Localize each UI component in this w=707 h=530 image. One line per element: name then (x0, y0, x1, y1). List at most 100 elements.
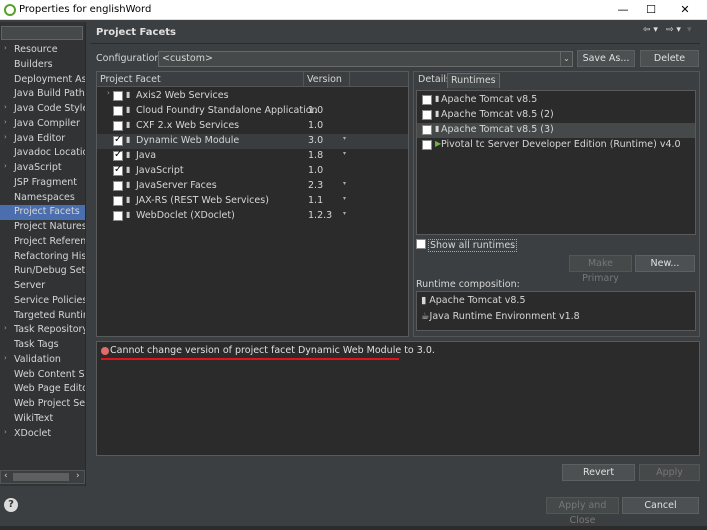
sidebar-item[interactable]: Service Policies (0, 294, 85, 309)
sidebar-item[interactable]: Web Content Set (0, 368, 85, 383)
sidebar-item[interactable]: Project Natures (0, 220, 85, 235)
sidebar-item[interactable]: Project Facets (0, 205, 85, 221)
facet-checkbox[interactable] (113, 121, 123, 131)
facet-checkbox[interactable] (113, 211, 123, 221)
apply-button[interactable]: Apply (639, 464, 700, 481)
facet-version[interactable]: 1.1 (308, 195, 323, 206)
sidebar-item[interactable]: › Task Repository (0, 323, 85, 338)
property-page-tree[interactable]: › Resource Builders Deployment Ass Java Buil… (0, 22, 86, 486)
sidebar-item[interactable]: › Validation (0, 353, 85, 368)
sidebar-item[interactable]: Server (0, 279, 85, 294)
sidebar-item[interactable]: Java Build Path (0, 87, 85, 102)
facet-row[interactable]: ▮ JAX-RS (REST Web Services) 1.1 ▾ (97, 194, 408, 209)
runtime-checkbox[interactable] (422, 125, 432, 135)
filter-input[interactable] (1, 26, 83, 40)
runtime-row[interactable]: ▮ Apache Tomcat v8.5 (2) (417, 108, 695, 123)
sidebar-item[interactable]: Web Project Sett (0, 397, 85, 412)
runtime-checkbox[interactable] (422, 110, 432, 120)
facet-row[interactable]: ▮ WebDoclet (XDoclet) 1.2.3 ▾ (97, 209, 408, 224)
delete-button[interactable]: Delete (640, 50, 699, 67)
chevron-down-icon[interactable]: ⌄ (560, 52, 572, 66)
facet-row[interactable]: ▮ Java 1.8 ▾ (97, 149, 408, 164)
runtime-checkbox[interactable] (422, 140, 432, 150)
make-primary-button[interactable]: Make Primary (569, 255, 632, 284)
close-button[interactable]: ✕ (670, 2, 700, 18)
sidebar-item[interactable]: › JavaScript (0, 161, 85, 176)
configuration-combo[interactable]: <custom> ⌄ (158, 51, 573, 67)
scroll-left-icon[interactable]: ‹ (4, 471, 8, 481)
sidebar-item[interactable]: › Java Compiler (0, 117, 85, 132)
runtime-checkbox[interactable] (422, 95, 432, 105)
new-runtime-button[interactable]: New... (635, 255, 695, 272)
expand-arrow-icon[interactable]: › (4, 103, 7, 111)
facet-version[interactable]: 1.8 (308, 150, 323, 161)
forward-arrow-icon[interactable]: ⇨ ▾ (666, 25, 681, 35)
version-dropdown-icon[interactable]: ▾ (343, 210, 346, 217)
sidebar-item[interactable]: Run/Debug Setti (0, 264, 85, 279)
sidebar-item[interactable]: Javadoc Location (0, 146, 85, 161)
facet-version[interactable]: 2.3 (308, 180, 323, 191)
facet-checkbox[interactable] (113, 164, 123, 176)
facet-version[interactable]: 1.0 (308, 120, 323, 131)
sidebar-item[interactable]: › Java Code Style (0, 102, 85, 117)
scroll-right-icon[interactable]: › (76, 471, 80, 481)
column-header-facet[interactable]: Project Facet (100, 74, 161, 85)
sidebar-item[interactable]: JSP Fragment (0, 176, 85, 191)
scroll-thumb[interactable] (13, 473, 69, 481)
sidebar-item[interactable]: Targeted Runtim (0, 309, 85, 324)
menu-icon[interactable]: ▾ (687, 25, 692, 35)
facet-row[interactable]: ▮ JavaServer Faces 2.3 ▾ (97, 179, 408, 194)
version-dropdown-icon[interactable]: ▾ (343, 135, 346, 142)
runtime-row[interactable]: ▮ Apache Tomcat v8.5 (3) (417, 123, 695, 138)
cancel-button[interactable]: Cancel (622, 497, 699, 514)
sidebar-item[interactable]: Builders (0, 58, 85, 73)
facet-row[interactable]: ▮ JavaScript 1.0 (97, 164, 408, 179)
facet-row[interactable]: ▮ Dynamic Web Module 3.0 ▾ (97, 134, 408, 149)
revert-button[interactable]: Revert (562, 464, 635, 481)
facet-checkbox[interactable] (113, 149, 123, 161)
facet-row[interactable]: ▮ Cloud Foundry Standalone Application 1.0 (97, 104, 408, 119)
facet-checkbox[interactable] (113, 91, 123, 101)
runtimes-list[interactable]: ▮ Apache Tomcat v8.5 ▮ Apache Tomcat v8.5 (… (416, 90, 696, 235)
expand-arrow-icon[interactable]: › (4, 118, 7, 126)
sidebar-item[interactable]: Deployment Ass (0, 73, 85, 88)
facet-row[interactable]: ▮ CXF 2.x Web Services 1.0 (97, 119, 408, 134)
expand-arrow-icon[interactable]: › (4, 324, 7, 332)
facets-table[interactable]: Project Facet Version › ▮ Axis2 Web Servic… (96, 71, 409, 337)
sidebar-item[interactable]: Web Page Editor (0, 382, 85, 397)
sidebar-item[interactable]: WikiText (0, 412, 85, 427)
version-dropdown-icon[interactable]: ▾ (343, 180, 346, 187)
runtime-row[interactable]: ▮ Apache Tomcat v8.5 (417, 93, 695, 108)
sidebar-item[interactable]: Refactoring Histo (0, 250, 85, 265)
save-as-button[interactable]: Save As... (577, 50, 635, 67)
facet-version[interactable]: 1.0 (308, 105, 323, 116)
sidebar-item[interactable]: Task Tags (0, 338, 85, 353)
expand-arrow-icon[interactable]: › (107, 89, 110, 97)
facet-checkbox[interactable] (113, 196, 123, 206)
sidebar-item[interactable]: › Resource (0, 43, 85, 58)
expand-arrow-icon[interactable]: › (4, 428, 7, 436)
facet-checkbox[interactable] (113, 106, 123, 116)
back-arrow-icon[interactable]: ⇦ ▾ (643, 25, 658, 35)
help-icon[interactable]: ? (4, 498, 18, 512)
column-header-version[interactable]: Version (307, 74, 342, 85)
facet-row[interactable]: › ▮ Axis2 Web Services (97, 89, 408, 104)
facet-checkbox[interactable] (113, 134, 123, 146)
expand-arrow-icon[interactable]: › (4, 44, 7, 52)
sidebar-item[interactable]: Namespaces (0, 191, 85, 206)
facet-version[interactable]: 3.0 (308, 135, 323, 146)
expand-arrow-icon[interactable]: › (4, 162, 7, 170)
expand-arrow-icon[interactable]: › (4, 354, 7, 362)
sidebar-horizontal-scrollbar[interactable]: ‹ › (0, 470, 85, 484)
facet-version[interactable]: 1.2.3 (308, 210, 332, 221)
version-dropdown-icon[interactable]: ▾ (343, 150, 346, 157)
sidebar-item[interactable]: › XDoclet (0, 427, 85, 442)
facet-checkbox[interactable] (113, 181, 123, 191)
version-dropdown-icon[interactable]: ▾ (343, 195, 346, 202)
expand-arrow-icon[interactable]: › (4, 133, 7, 141)
maximize-button[interactable]: ☐ (636, 2, 666, 18)
checkbox[interactable] (416, 239, 426, 249)
sidebar-item[interactable]: › Java Editor (0, 132, 85, 147)
tab-runtimes[interactable]: Runtimes (447, 73, 500, 88)
facet-version[interactable]: 1.0 (308, 165, 323, 176)
